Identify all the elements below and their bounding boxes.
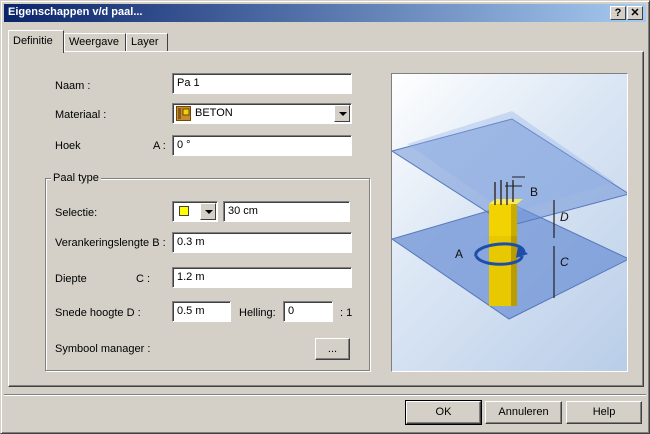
square-symbol-icon [179,206,189,216]
verankering-label: Verankeringslengte B : [55,237,166,249]
symbool-manager-button[interactable]: ... [315,338,350,360]
selectie-label: Selectie: [55,207,98,219]
window-title: Eigenschappen v/d paal... [8,6,143,18]
naam-label: Naam : [55,80,91,92]
tab-weergave[interactable]: Weergave [64,33,126,52]
hoek-input[interactable]: 0 ° [172,135,352,156]
snede-hoogte-input[interactable]: 0.5 m [172,301,231,322]
hoek-label: Hoek [55,140,81,152]
button-separator [4,394,646,396]
paal-type-group-label: Paal type [51,172,101,184]
diepte-input[interactable]: 1.2 m [172,267,352,288]
selectie-dropdown-button[interactable] [200,203,216,220]
materiaal-value: BETON [195,107,233,119]
helling-suffix: : 1 [340,307,353,319]
label-d: D [560,210,569,224]
diepte-label: Diepte [55,273,87,285]
pile-preview-image: A B D C [391,73,628,372]
selectie-symbol-combo[interactable] [172,201,218,222]
help-button[interactable]: Help [566,401,642,424]
materiaal-dropdown-button[interactable] [334,105,350,122]
dialog-window: Eigenschappen v/d paal... ? ✕ Definitie … [0,0,650,434]
pile-diagram: A B D C [392,111,627,320]
label-c: C [560,255,569,269]
tab-definitie[interactable]: Definitie [8,30,64,53]
hoek-letter-label: A : [153,140,166,152]
title-bar[interactable]: Eigenschappen v/d paal... ? ✕ [4,4,646,22]
naam-input[interactable]: Pa 1 [172,73,352,94]
helling-label: Helling: [239,307,276,319]
label-b: B [530,185,538,199]
diepte-letter-label: C : [136,273,151,285]
ok-button[interactable]: OK [405,400,482,425]
verankering-input[interactable]: 0.3 m [172,232,352,253]
tab-layer[interactable]: Layer [126,33,168,52]
close-button[interactable]: ✕ [627,6,643,20]
selectie-input[interactable]: 30 cm [223,201,350,222]
materiaal-select[interactable]: BETON [172,103,352,124]
help-title-button[interactable]: ? [610,6,626,20]
symbool-manager-label: Symbool manager : [55,343,151,355]
helling-input[interactable]: 0 [283,301,333,322]
materiaal-label: Materiaal : [55,109,107,121]
snede-hoogte-label: Snede hoogte D : [55,307,141,319]
label-a: A [455,247,463,261]
materiaal-icon [176,106,191,121]
annuleren-button[interactable]: Annuleren [485,401,562,424]
